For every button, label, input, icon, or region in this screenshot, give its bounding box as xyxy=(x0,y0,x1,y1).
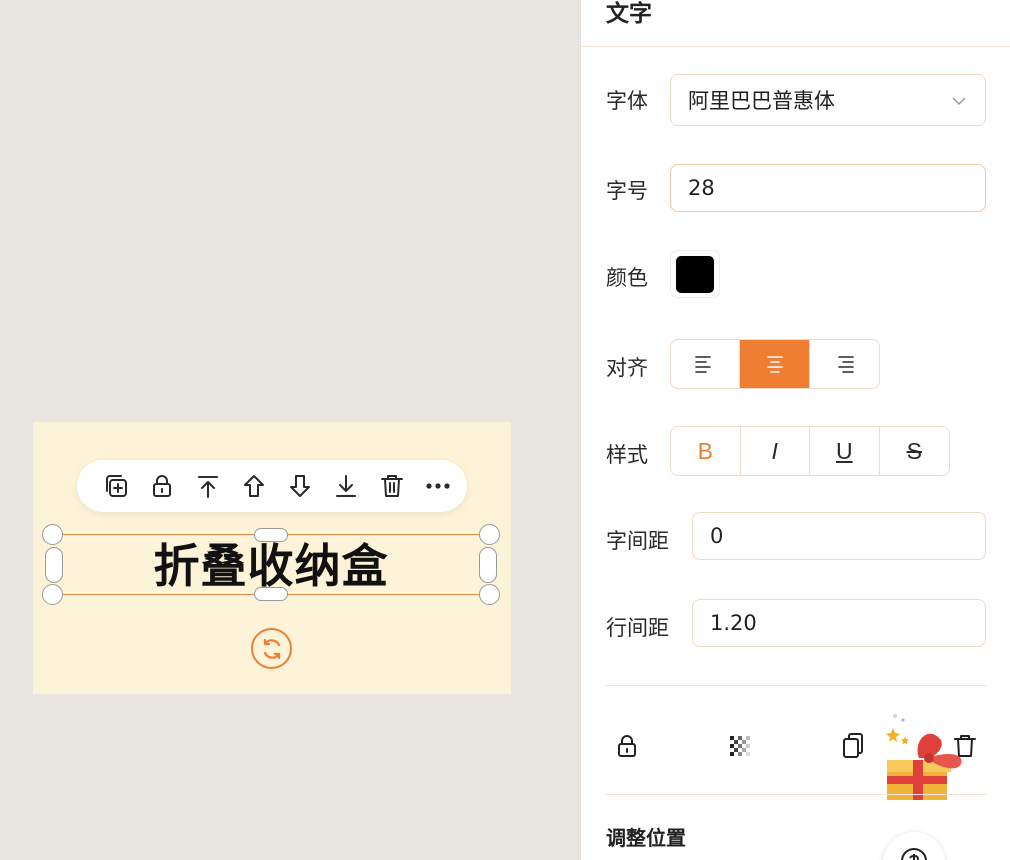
adjust-position-title: 调整位置 xyxy=(606,826,686,850)
resize-handle-left[interactable] xyxy=(45,547,63,583)
line-height-input[interactable]: 1.20 xyxy=(692,599,986,647)
align-center-button[interactable] xyxy=(740,340,810,388)
color-label: 颜色 xyxy=(606,266,648,290)
canvas-area[interactable]: 折叠收纳盒 xyxy=(0,0,580,860)
resize-handle-top-left[interactable] xyxy=(42,524,63,545)
font-label: 字体 xyxy=(606,89,648,113)
align-right-button[interactable] xyxy=(810,340,879,388)
selected-text-element[interactable]: 折叠收纳盒 xyxy=(42,524,500,605)
move-down-icon[interactable] xyxy=(277,466,323,506)
align-left-icon xyxy=(695,356,711,373)
text-style-control: B I U S xyxy=(670,426,950,476)
align-segmented-control xyxy=(670,339,880,389)
font-select[interactable]: 阿里巴巴普惠体 xyxy=(670,74,986,126)
letter-spacing-label: 字间距 xyxy=(606,529,669,553)
duplicate-icon[interactable] xyxy=(93,466,139,506)
coin-icon xyxy=(901,848,927,860)
underline-button[interactable]: U xyxy=(810,427,880,475)
text-properties-panel: 文字 字体 阿里巴巴普惠体 字号 28 颜色 对齐 样式 B I U S 字间距 xyxy=(580,0,1010,860)
opacity-button[interactable] xyxy=(720,726,760,766)
rotate-icon xyxy=(263,638,280,659)
italic-button[interactable]: I xyxy=(741,427,810,475)
font-size-input[interactable]: 28 xyxy=(670,164,986,212)
bold-button[interactable]: B xyxy=(671,427,741,475)
resize-handle-top[interactable] xyxy=(254,528,288,542)
italic-label: I xyxy=(771,437,778,464)
resize-handle-top-right[interactable] xyxy=(479,524,500,545)
line-height-label: 行间距 xyxy=(606,616,669,640)
copy-icon xyxy=(843,733,863,758)
underline-label: U xyxy=(835,437,853,464)
align-center-icon xyxy=(766,356,783,373)
strikethrough-label: S xyxy=(906,437,922,464)
divider xyxy=(581,46,1010,47)
floating-coin-button[interactable] xyxy=(883,832,945,860)
size-label: 字号 xyxy=(606,179,648,203)
letter-spacing-value: 0 xyxy=(710,524,724,548)
bring-to-front-icon[interactable] xyxy=(185,466,231,506)
color-swatch xyxy=(676,255,714,293)
resize-handle-bottom[interactable] xyxy=(254,587,288,601)
align-label: 对齐 xyxy=(606,356,648,380)
color-picker[interactable] xyxy=(670,250,720,298)
resize-handle-right[interactable] xyxy=(479,547,497,583)
chevron-down-icon xyxy=(951,90,966,106)
bold-label: B xyxy=(697,437,713,464)
resize-handle-bottom-right[interactable] xyxy=(479,584,500,605)
divider xyxy=(605,794,986,795)
gift-promo-icon[interactable] xyxy=(883,712,973,804)
style-label: 样式 xyxy=(606,443,648,467)
rotate-handle[interactable] xyxy=(251,628,292,669)
lock-icon xyxy=(618,735,636,757)
resize-handle-bottom-left[interactable] xyxy=(42,584,63,605)
move-up-icon[interactable] xyxy=(231,466,277,506)
font-select-value: 阿里巴巴普惠体 xyxy=(688,89,835,113)
align-left-button[interactable] xyxy=(671,340,741,388)
element-floating-toolbar xyxy=(77,460,467,512)
delete-icon[interactable] xyxy=(369,466,415,506)
opacity-icon xyxy=(730,736,750,756)
align-right-icon xyxy=(838,356,855,373)
text-element-content[interactable]: 折叠收纳盒 xyxy=(53,541,489,591)
letter-spacing-input[interactable]: 0 xyxy=(692,512,986,560)
artboard[interactable]: 折叠收纳盒 xyxy=(33,422,511,694)
divider xyxy=(605,685,986,686)
copy-button[interactable] xyxy=(833,726,873,766)
panel-title: 文字 xyxy=(606,1,652,27)
line-height-value: 1.20 xyxy=(710,611,757,635)
font-size-value: 28 xyxy=(688,176,715,200)
lock-icon[interactable] xyxy=(139,466,185,506)
more-icon[interactable] xyxy=(415,466,461,506)
strikethrough-button[interactable]: S xyxy=(880,427,950,475)
lock-button[interactable] xyxy=(607,726,647,766)
send-to-back-icon[interactable] xyxy=(323,466,369,506)
